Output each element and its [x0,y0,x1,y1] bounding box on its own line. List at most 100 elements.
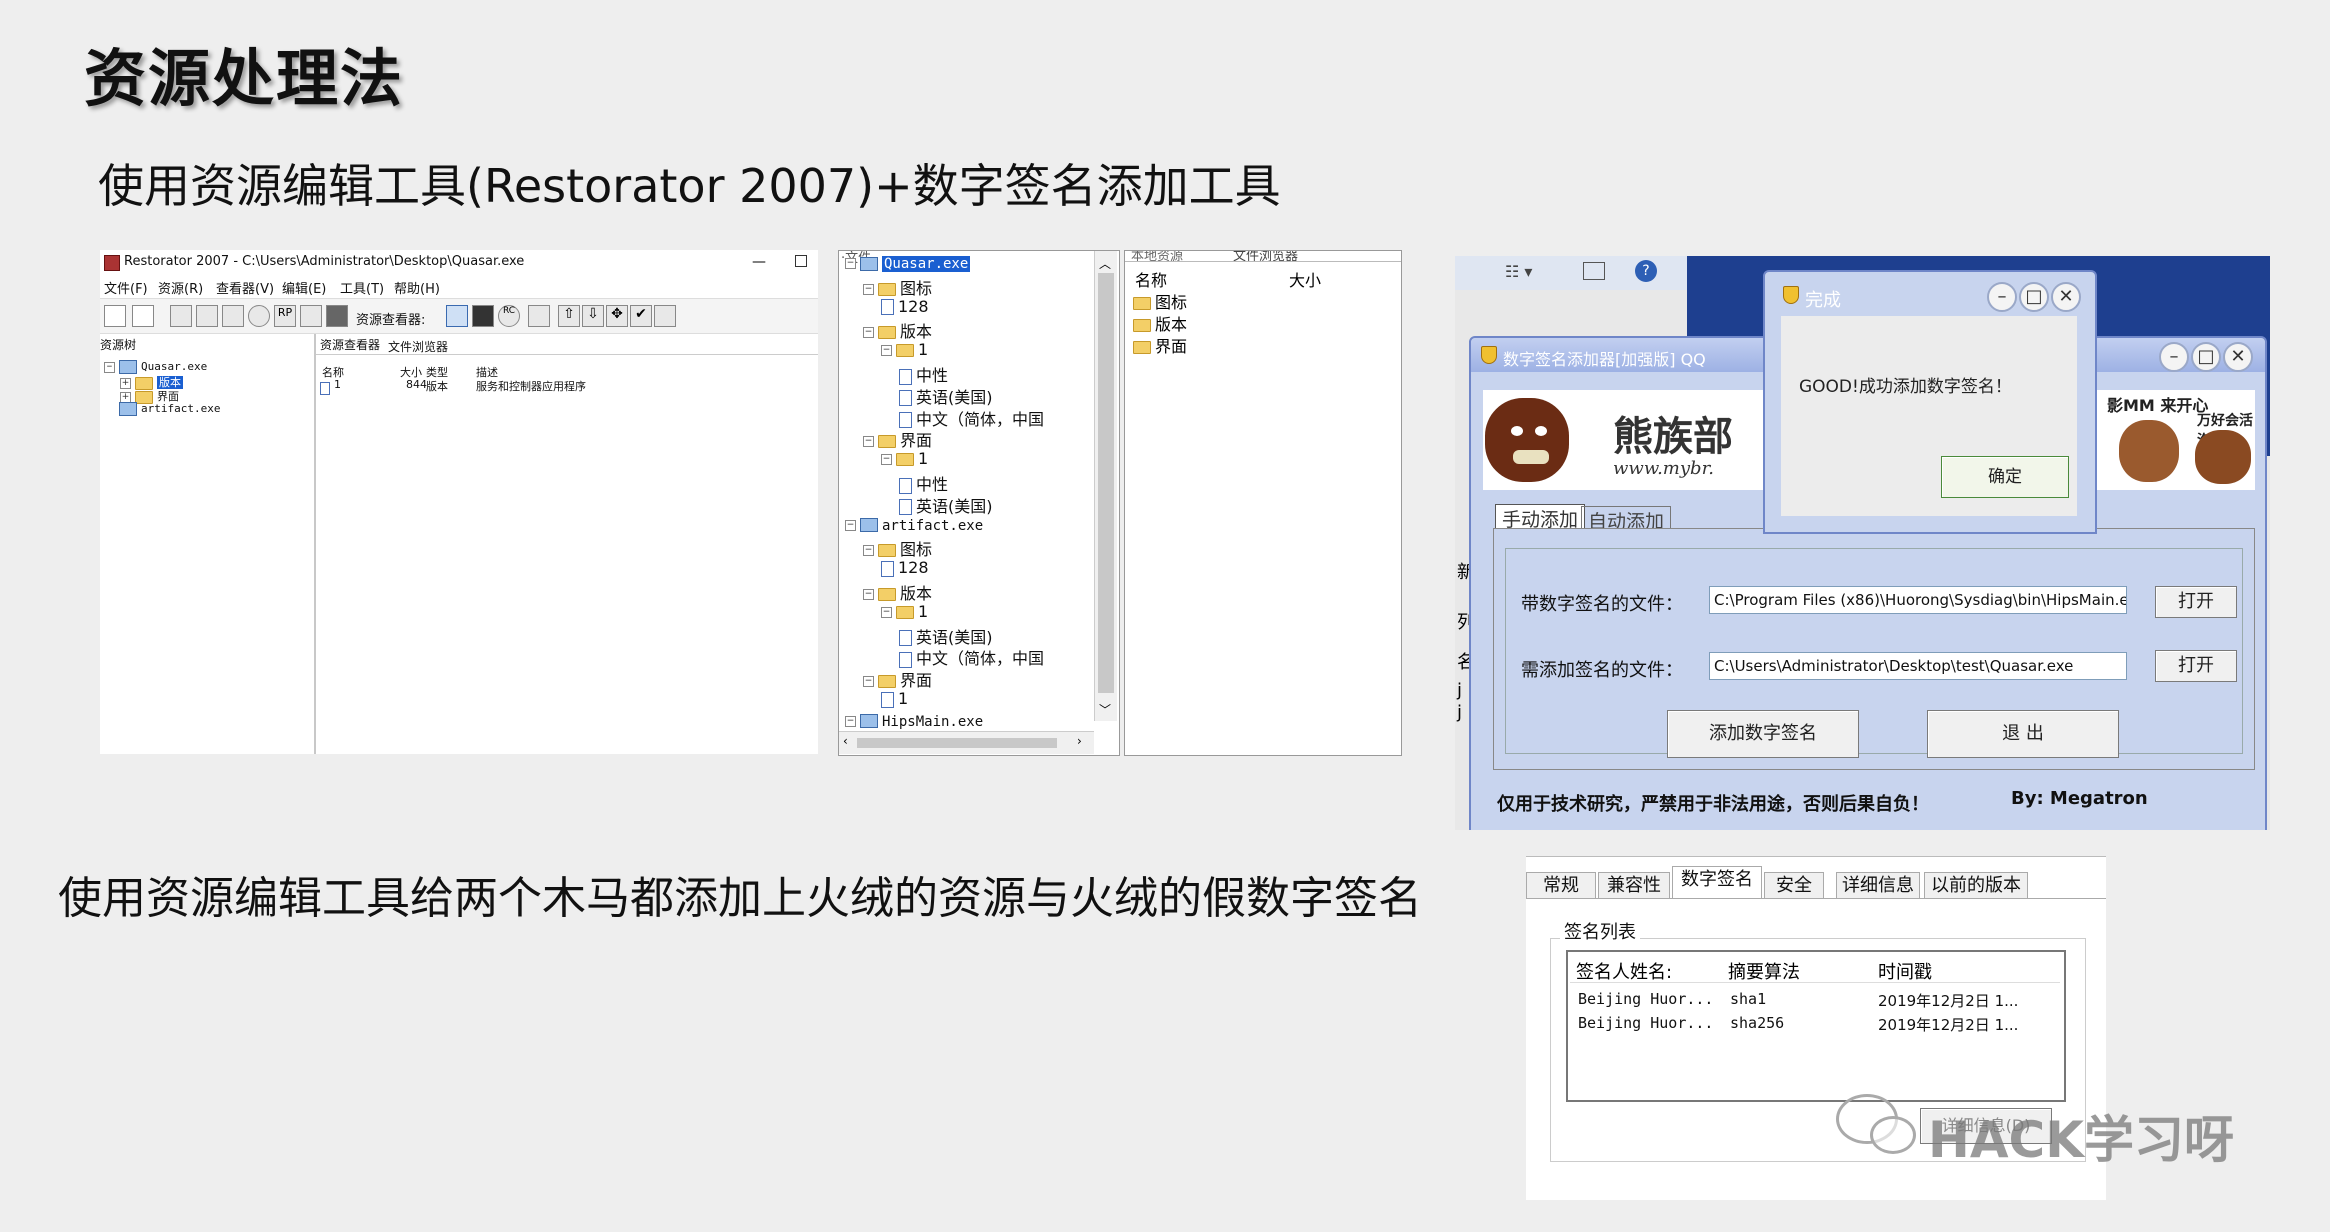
scroll-left-icon[interactable]: ‹ [843,734,848,748]
maximize-icon[interactable]: □ [2191,342,2221,372]
menu-resource[interactable]: 资源(R) [158,278,203,297]
book-icon[interactable] [326,305,348,327]
tree-item[interactable]: 英语(美国) [899,493,993,517]
tree-item[interactable]: 中性 [899,471,948,495]
tree-hscrollbar[interactable]: ‹ › [839,731,1094,754]
minimize-icon[interactable]: – [1987,282,2017,312]
menu-edit[interactable]: 编辑(E) [282,278,326,297]
tree-item[interactable]: − 版本 [863,580,932,604]
table-row[interactable]: Beijing Huor... sha256 2019年12月2日 1... [1570,1012,2060,1034]
tree-item[interactable]: 128 [881,297,929,316]
expand-icon[interactable]: + [120,391,131,403]
expand-icon[interactable]: + [120,377,131,389]
tab-file-browser[interactable]: 文件浏览器 [388,338,448,355]
open-file-icon[interactable] [132,305,154,327]
scroll-thumb[interactable] [1098,273,1114,693]
menu-file[interactable]: 文件(F) [104,278,148,297]
tree-item[interactable]: 中文（简体，中国 [899,645,1044,669]
expand-icon[interactable]: − [845,258,856,269]
tree-item[interactable]: 中性 [899,362,948,386]
help-icon[interactable]: ? [1635,260,1657,282]
expand-icon[interactable]: − [845,715,856,727]
tree-item[interactable]: −1 [881,340,928,359]
new-file-icon[interactable] [104,305,126,327]
tree-item[interactable]: −1 [881,602,928,621]
search-icon[interactable] [248,305,270,327]
ok-button[interactable]: 确定 [1941,456,2069,498]
maximize-icon[interactable]: □ [2019,282,2049,312]
check-icon[interactable]: ✔ [630,305,652,327]
tab-signatures[interactable]: 数字签名 [1672,866,1762,898]
tree-scrollbar[interactable]: ︿ ﹀ [1094,251,1117,721]
viewer-hex-icon[interactable] [472,305,494,327]
viewer-dialog-icon[interactable] [528,305,550,327]
close-icon[interactable]: ✕ [2051,282,2081,312]
tree-item[interactable]: 1 [881,689,908,708]
tree-item[interactable]: 英语(美国) [899,624,993,648]
menu-tools[interactable]: 工具(T) [340,278,384,297]
col-signer[interactable]: 签名人姓名: [1576,958,1672,984]
move-icon[interactable]: ✥ [606,305,628,327]
tab-compat[interactable]: 兼容性 [1598,872,1670,898]
open-target-button[interactable]: 打开 [2155,650,2237,682]
tree-item[interactable]: − 界面 [863,667,932,691]
tree-item-quasar[interactable]: − Quasar.exe [104,360,207,374]
tree-item[interactable]: − 界面 [863,427,932,451]
tab-resource-viewer[interactable]: 资源查看器 [320,336,380,353]
expand-icon[interactable]: − [863,676,874,688]
scroll-down-icon[interactable]: ﹀ [1099,701,1111,718]
exit-button[interactable]: 退 出 [1927,710,2119,758]
signed-file-input[interactable]: C:\Program Files (x86)\Huorong\Sysdiag\b… [1709,586,2127,614]
tree-item[interactable]: 中文（简体，中国 [899,406,1044,430]
tab-general[interactable]: 常规 [1526,872,1596,898]
menu-help[interactable]: 帮助(H) [394,278,440,297]
menu-viewer[interactable]: 查看器(V) [216,278,274,297]
expand-icon[interactable]: − [845,519,856,531]
fb-item[interactable]: 图标 [1133,289,1187,313]
document-icon[interactable] [654,305,676,327]
pane-icon[interactable] [1583,262,1605,280]
fb-item[interactable]: 界面 [1133,333,1187,357]
tree-item[interactable]: − 图标 [863,536,932,560]
tree-item[interactable]: 128 [881,558,929,577]
rp-icon[interactable]: RP [274,305,296,327]
fb-item[interactable]: 版本 [1133,311,1187,335]
viewer-text-icon[interactable] [446,305,468,327]
tree-icon[interactable] [222,305,244,327]
tree-item-artifact[interactable]: artifact.exe [104,402,220,416]
target-file-input[interactable]: C:\Users\Administrator\Desktop\test\Quas… [1709,652,2127,680]
col-time[interactable]: 时间戳 [1878,958,1932,984]
viewer-rc-icon[interactable]: RC [498,305,520,327]
tab-details[interactable]: 详细信息 [1836,872,1920,898]
expand-icon[interactable]: − [863,283,874,295]
up-arrow-icon[interactable]: ⇧ [558,305,580,327]
minimize-icon[interactable]: — [752,254,766,270]
expand-icon[interactable]: − [881,345,892,357]
tab-security[interactable]: 安全 [1764,872,1824,898]
fb-col-size[interactable]: 大小 [1289,267,1321,291]
maximize-icon[interactable] [795,255,807,267]
hscroll-thumb[interactable] [857,738,1057,748]
expand-icon[interactable]: − [863,327,874,339]
tree-item[interactable]: − 图标 [863,275,932,299]
tree-item[interactable]: −1 [881,449,928,468]
copy-icon[interactable] [300,305,322,327]
table-row[interactable]: Beijing Huor... sha1 2019年12月2日 1... [1570,988,2060,1010]
tree-item[interactable]: − HipsMain.exe [845,711,983,730]
expand-icon[interactable]: − [881,454,892,466]
tree-item[interactable]: 英语(美国) [899,384,993,408]
expand-icon[interactable]: − [863,589,874,600]
tab-previous-versions[interactable]: 以前的版本 [1924,872,2028,898]
expand-icon[interactable]: − [104,361,115,373]
expand-icon[interactable]: − [863,545,874,557]
tree-item[interactable]: − artifact.exe [845,515,983,534]
close-icon[interactable]: ✕ [2223,342,2253,372]
scroll-up-icon[interactable]: ︿ [1099,255,1111,272]
export-icon[interactable] [196,305,218,327]
col-algo[interactable]: 摘要算法 [1728,958,1800,984]
minimize-icon[interactable]: – [2159,342,2189,372]
table-row[interactable]: 1 844 版本 服务和控制器应用程序 [320,378,800,395]
save-icon[interactable] [170,305,192,327]
open-signed-button[interactable]: 打开 [2155,586,2237,618]
expand-icon[interactable]: − [863,436,874,448]
